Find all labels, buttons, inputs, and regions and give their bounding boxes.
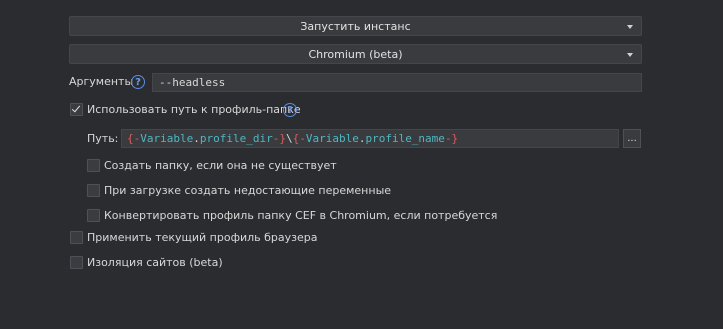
path-token: profile_dir <box>199 132 273 145</box>
chevron-down-icon <box>627 25 633 29</box>
browser-type-dropdown[interactable]: Chromium (beta) <box>69 44 642 64</box>
browse-path-button[interactable]: ... <box>623 129 641 148</box>
path-token: Variable <box>140 132 194 145</box>
path-token: profile_name <box>365 132 445 145</box>
action-settings-panel: Запустить инстанс Chromium (beta) Аргуме… <box>0 0 723 329</box>
use-profile-path-label: Использовать путь к профиль-папке <box>87 103 301 116</box>
create-missing-vars-checkbox[interactable] <box>87 184 100 197</box>
help-icon[interactable]: ? <box>131 75 145 89</box>
browser-type-dropdown-value: Chromium (beta) <box>308 47 403 61</box>
create-folder-label: Создать папку, если она не существует <box>104 159 337 172</box>
convert-cef-label: Конвертировать профиль папку CEF в Chrom… <box>104 209 498 222</box>
create-folder-checkbox[interactable] <box>87 159 100 172</box>
path-token: . <box>193 132 200 145</box>
path-token: Variable <box>305 132 359 145</box>
path-label: Путь: <box>87 132 119 145</box>
apply-current-profile-checkbox[interactable] <box>70 231 83 244</box>
instance-action-dropdown[interactable]: Запустить инстанс <box>69 16 642 36</box>
instance-action-dropdown-value: Запустить инстанс <box>300 19 411 33</box>
arguments-label: Аргументы <box>69 75 134 88</box>
path-token: -} <box>272 132 286 145</box>
profile-path-input[interactable]: {- Variable. profile_dir -} \ {- Variable. prof… <box>121 129 619 148</box>
convert-cef-checkbox[interactable] <box>87 209 100 222</box>
arguments-input[interactable]: --headless <box>152 73 642 92</box>
use-profile-path-checkbox[interactable] <box>70 103 83 116</box>
chevron-down-icon <box>627 53 633 57</box>
site-isolation-checkbox[interactable] <box>70 256 83 269</box>
path-token: {- <box>292 132 306 145</box>
path-token: \ <box>285 132 293 145</box>
path-token: . <box>358 132 366 145</box>
help-icon[interactable]: ? <box>283 103 297 117</box>
arguments-input-value: --headless <box>159 76 226 89</box>
create-missing-vars-label: При загрузке создать недостающие перемен… <box>104 184 392 197</box>
site-isolation-label: Изоляция сайтов (beta) <box>87 256 223 269</box>
path-token: {- <box>127 132 141 145</box>
path-token: -} <box>444 132 459 145</box>
apply-current-profile-label: Применить текущий профиль браузера <box>87 231 318 244</box>
